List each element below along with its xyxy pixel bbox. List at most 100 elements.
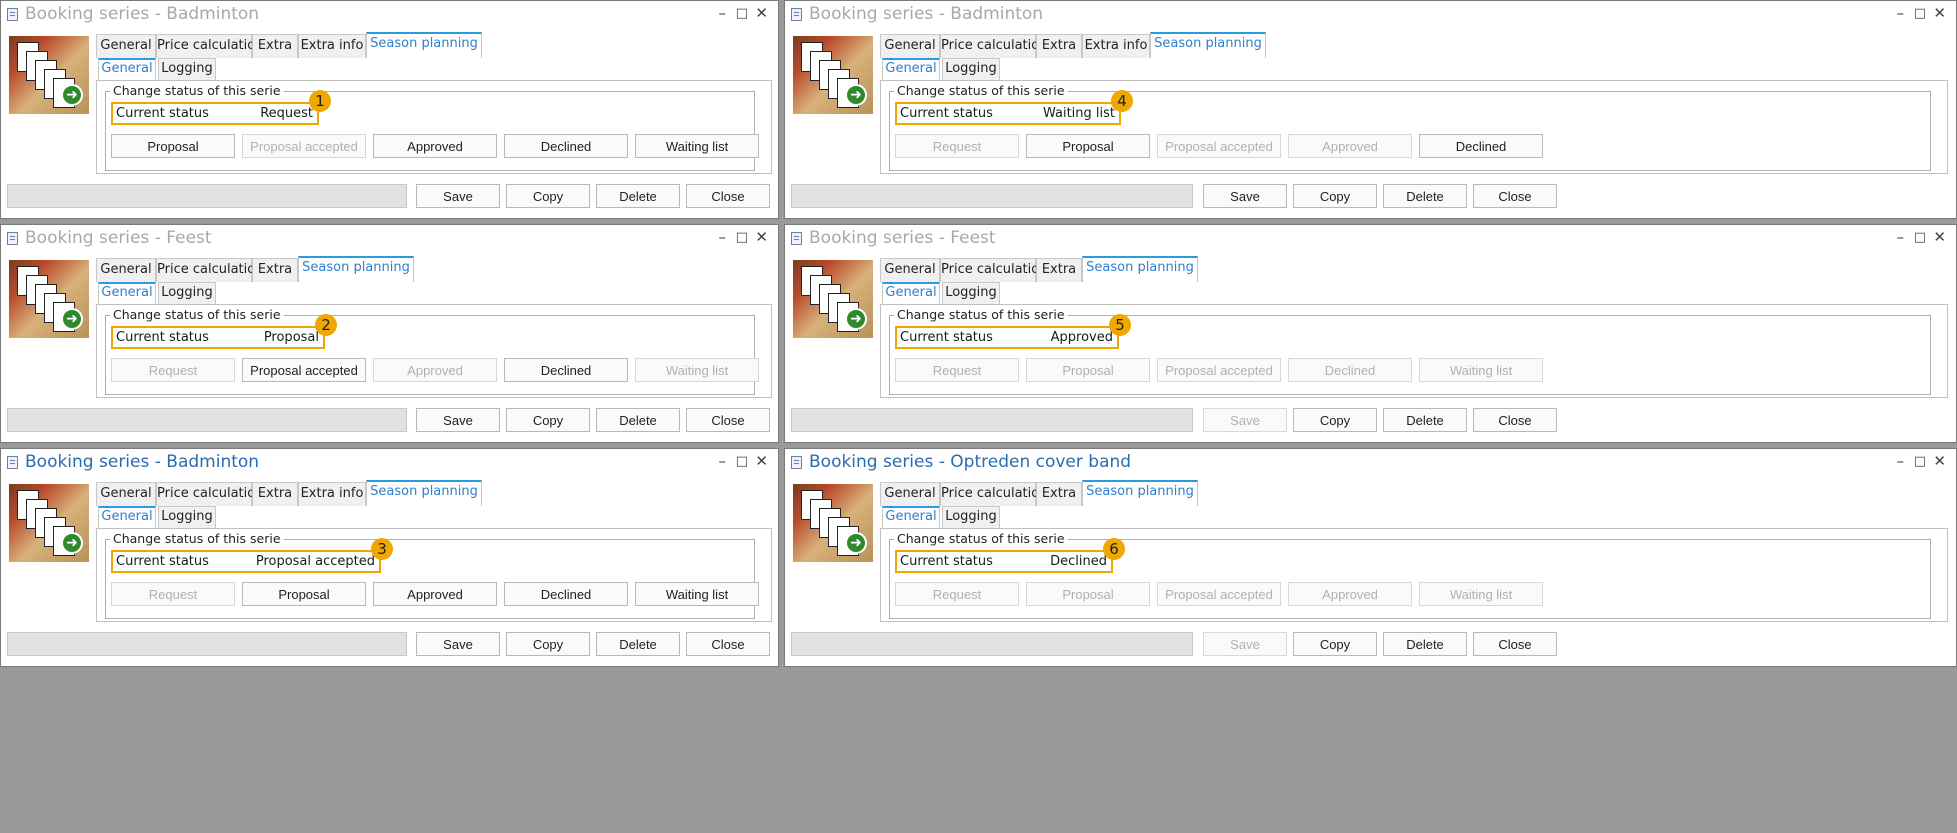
close-button[interactable]: Close — [1473, 632, 1557, 656]
title-bar[interactable]: Booking series - Optreden cover band – □ ✕ — [785, 449, 1956, 477]
tab-season-planning[interactable]: Season planning — [366, 480, 482, 506]
delete-button[interactable]: Delete — [1383, 632, 1467, 656]
proposal-button[interactable]: Proposal — [1026, 134, 1150, 158]
maximize-icon[interactable]: □ — [1914, 229, 1926, 247]
close-icon[interactable]: ✕ — [1933, 4, 1946, 22]
declined-button[interactable]: Declined — [504, 134, 628, 158]
subtab-general[interactable]: General — [882, 506, 940, 528]
close-icon[interactable]: ✕ — [1933, 228, 1946, 246]
proposal-button[interactable]: Proposal — [242, 582, 366, 606]
tab-price-calculation[interactable]: Price calculation — [156, 482, 263, 506]
close-icon[interactable]: ✕ — [755, 452, 768, 470]
declined-button[interactable]: Declined — [504, 582, 628, 606]
tab-extra[interactable]: Extra — [1036, 258, 1082, 282]
tab-extra[interactable]: Extra — [1036, 482, 1082, 506]
tab-general[interactable]: General — [96, 482, 156, 506]
tab-price-calculation[interactable]: Price calculation — [940, 34, 1047, 58]
minimize-icon[interactable]: – — [1897, 228, 1905, 246]
waiting-list-button: Waiting list — [1419, 358, 1543, 382]
close-icon[interactable]: ✕ — [755, 4, 768, 22]
minimize-icon[interactable]: – — [719, 228, 727, 246]
copy-button[interactable]: Copy — [506, 632, 590, 656]
tab-extra-info[interactable]: Extra info — [298, 482, 366, 506]
subtab-logging[interactable]: Logging — [158, 58, 216, 80]
copy-button[interactable]: Copy — [506, 408, 590, 432]
close-icon[interactable]: ✕ — [1933, 452, 1946, 470]
minimize-icon[interactable]: – — [1897, 4, 1905, 22]
tab-price-calculation[interactable]: Price calculation — [156, 34, 263, 58]
copy-button[interactable]: Copy — [1293, 408, 1377, 432]
declined-button[interactable]: Declined — [504, 358, 628, 382]
delete-button[interactable]: Delete — [596, 632, 680, 656]
tab-price-calculation[interactable]: Price calculation — [156, 258, 263, 282]
title-bar[interactable]: Booking series - Feest – □ ✕ — [1, 225, 778, 253]
minimize-icon[interactable]: – — [719, 4, 727, 22]
subtab-general[interactable]: General — [882, 58, 940, 80]
subtab-logging[interactable]: Logging — [158, 282, 216, 304]
waiting-list-button[interactable]: Waiting list — [635, 134, 759, 158]
tab-general[interactable]: General — [880, 34, 940, 58]
tab-season-planning[interactable]: Season planning — [1150, 32, 1266, 58]
delete-button[interactable]: Delete — [596, 408, 680, 432]
proposal-accepted-button[interactable]: Proposal accepted — [242, 358, 366, 382]
approved-button[interactable]: Approved — [373, 134, 497, 158]
copy-button[interactable]: Copy — [1293, 184, 1377, 208]
approved-button[interactable]: Approved — [373, 582, 497, 606]
tab-extra[interactable]: Extra — [252, 34, 298, 58]
subtab-general[interactable]: General — [98, 58, 156, 80]
waiting-list-button[interactable]: Waiting list — [635, 582, 759, 606]
minimize-icon[interactable]: – — [719, 452, 727, 470]
delete-button[interactable]: Delete — [596, 184, 680, 208]
title-bar[interactable]: Booking series - Badminton – □ ✕ — [1, 1, 778, 29]
close-button[interactable]: Close — [686, 184, 770, 208]
subtab-general[interactable]: General — [98, 282, 156, 304]
subtab-general[interactable]: General — [98, 506, 156, 528]
minimize-icon[interactable]: – — [1897, 452, 1905, 470]
tab-season-planning[interactable]: Season planning — [1082, 480, 1198, 506]
close-button[interactable]: Close — [686, 408, 770, 432]
maximize-icon[interactable]: □ — [1914, 453, 1926, 471]
tab-extra[interactable]: Extra — [252, 258, 298, 282]
tab-general[interactable]: General — [96, 34, 156, 58]
tab-extra-info[interactable]: Extra info — [1082, 34, 1150, 58]
tab-price-calculation[interactable]: Price calculation — [940, 258, 1047, 282]
delete-button[interactable]: Delete — [1383, 184, 1467, 208]
tab-season-planning[interactable]: Season planning — [298, 256, 414, 282]
maximize-icon[interactable]: □ — [736, 5, 748, 23]
tab-price-calculation[interactable]: Price calculation — [940, 482, 1047, 506]
tab-extra-info[interactable]: Extra info — [298, 34, 366, 58]
subtab-general[interactable]: General — [882, 282, 940, 304]
copy-button[interactable]: Copy — [506, 184, 590, 208]
proposal-button[interactable]: Proposal — [111, 134, 235, 158]
tab-extra[interactable]: Extra — [252, 482, 298, 506]
declined-button[interactable]: Declined — [1419, 134, 1543, 158]
subtab-logging[interactable]: Logging — [942, 506, 1000, 528]
title-bar[interactable]: Booking series - Badminton – □ ✕ — [785, 1, 1956, 29]
tab-general[interactable]: General — [880, 258, 940, 282]
save-button[interactable]: Save — [416, 632, 500, 656]
subtab-logging[interactable]: Logging — [942, 282, 1000, 304]
close-button[interactable]: Close — [1473, 184, 1557, 208]
maximize-icon[interactable]: □ — [736, 453, 748, 471]
tab-general[interactable]: General — [880, 482, 940, 506]
close-button[interactable]: Close — [1473, 408, 1557, 432]
save-button[interactable]: Save — [1203, 184, 1287, 208]
tab-season-planning[interactable]: Season planning — [1082, 256, 1198, 282]
status-value: Proposal accepted — [255, 554, 375, 569]
tab-season-planning[interactable]: Season planning — [366, 32, 482, 58]
change-status-group: Change status of this serie Current statu… — [889, 307, 1931, 395]
maximize-icon[interactable]: □ — [736, 229, 748, 247]
maximize-icon[interactable]: □ — [1914, 5, 1926, 23]
tab-extra[interactable]: Extra — [1036, 34, 1082, 58]
tab-general[interactable]: General — [96, 258, 156, 282]
title-bar[interactable]: Booking series - Feest – □ ✕ — [785, 225, 1956, 253]
close-button[interactable]: Close — [686, 632, 770, 656]
close-icon[interactable]: ✕ — [755, 228, 768, 246]
subtab-logging[interactable]: Logging — [942, 58, 1000, 80]
subtab-logging[interactable]: Logging — [158, 506, 216, 528]
save-button[interactable]: Save — [416, 184, 500, 208]
copy-button[interactable]: Copy — [1293, 632, 1377, 656]
title-bar[interactable]: Booking series - Badminton – □ ✕ — [1, 449, 778, 477]
delete-button[interactable]: Delete — [1383, 408, 1467, 432]
save-button[interactable]: Save — [416, 408, 500, 432]
